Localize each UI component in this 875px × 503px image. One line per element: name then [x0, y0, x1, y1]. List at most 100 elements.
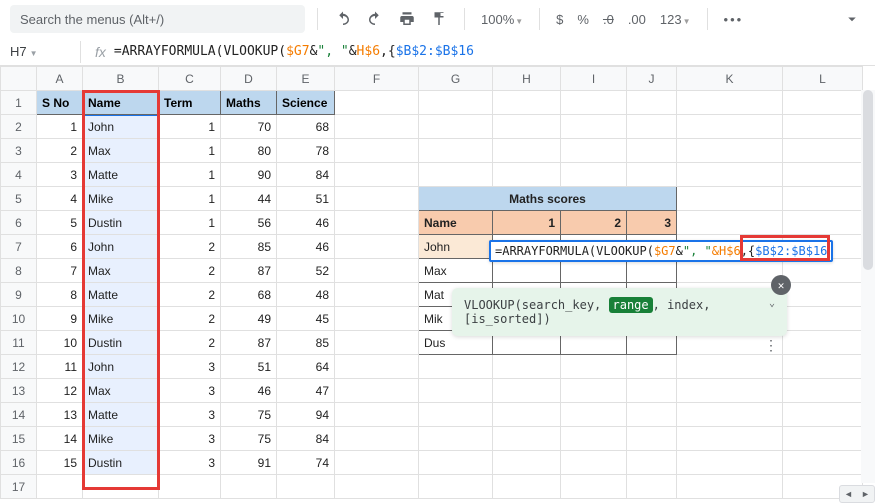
cell[interactable]: 80 — [221, 139, 277, 163]
row-header[interactable]: 11 — [1, 331, 37, 355]
chevron-down-icon[interactable]: ⌄ — [769, 298, 775, 309]
cell[interactable]: 15 — [37, 451, 83, 475]
cell[interactable]: 2 — [159, 259, 221, 283]
cell[interactable]: 3 — [627, 211, 677, 235]
tooltip-close-icon[interactable]: ✕ — [771, 275, 791, 295]
col-header[interactable]: B — [83, 67, 159, 91]
cell[interactable] — [335, 91, 419, 115]
cell[interactable]: 2 — [159, 283, 221, 307]
cell[interactable]: 10 — [37, 331, 83, 355]
col-header[interactable]: L — [783, 67, 863, 91]
cell[interactable]: Dustin — [83, 331, 159, 355]
row-header[interactable]: 12 — [1, 355, 37, 379]
cell[interactable]: 3 — [159, 379, 221, 403]
cell-formula-editor[interactable]: =ARRAYFORMULA(VLOOKUP($G7&", "&H$6,{$B$2… — [489, 240, 833, 262]
cell[interactable]: 2 — [561, 211, 627, 235]
row-header[interactable]: 14 — [1, 403, 37, 427]
cell[interactable]: John — [83, 355, 159, 379]
spreadsheet-grid[interactable]: A B C D E F G H I J K L 1 S No Name Term… — [0, 66, 875, 503]
cell[interactable]: Maths — [221, 91, 277, 115]
cell[interactable]: 84 — [277, 163, 335, 187]
cell[interactable]: 87 — [221, 259, 277, 283]
row-header[interactable]: 2 — [1, 115, 37, 139]
cell[interactable]: Term — [159, 91, 221, 115]
cell[interactable]: 48 — [277, 283, 335, 307]
row-header[interactable]: 9 — [1, 283, 37, 307]
zoom-dropdown[interactable]: 100%▼ — [477, 12, 527, 27]
sheet-nav[interactable]: ◄► — [839, 485, 875, 503]
cell[interactable]: Dustin — [83, 211, 159, 235]
cell[interactable]: 90 — [221, 163, 277, 187]
cell[interactable]: Name — [83, 91, 159, 115]
toolbar-more[interactable]: ••• — [720, 12, 748, 27]
cell[interactable]: 14 — [37, 427, 83, 451]
row-header[interactable]: 16 — [1, 451, 37, 475]
cell[interactable]: Matte — [83, 403, 159, 427]
decrease-decimal-button[interactable]: .0 — [599, 12, 618, 27]
col-header[interactable]: G — [419, 67, 493, 91]
cell[interactable] — [561, 91, 627, 115]
cell[interactable]: S No — [37, 91, 83, 115]
cell[interactable]: 3 — [159, 427, 221, 451]
cell[interactable]: Max — [83, 259, 159, 283]
cell[interactable]: 47 — [277, 379, 335, 403]
cell[interactable]: 1 — [159, 163, 221, 187]
cell[interactable]: Matte — [83, 283, 159, 307]
row-header[interactable]: 6 — [1, 211, 37, 235]
cell[interactable]: 85 — [221, 235, 277, 259]
cell[interactable]: 11 — [37, 355, 83, 379]
cell[interactable]: 87 — [221, 331, 277, 355]
cell[interactable]: 5 — [37, 211, 83, 235]
cell[interactable]: 46 — [277, 235, 335, 259]
cell[interactable]: Name — [419, 211, 493, 235]
formula-bar[interactable]: =ARRAYFORMULA(VLOOKUP($G7&", "&H$6,{$B$2… — [114, 44, 474, 59]
fx-icon[interactable]: fx — [95, 44, 106, 60]
cell[interactable]: 1 — [159, 211, 221, 235]
increase-decimal-button[interactable]: .00 — [624, 12, 650, 27]
tooltip-more-icon[interactable]: ⋮ — [764, 338, 779, 354]
row-header[interactable]: 1 — [1, 91, 37, 115]
col-header[interactable]: J — [627, 67, 677, 91]
nav-left-icon[interactable]: ◄ — [840, 486, 857, 502]
cell[interactable]: Matte — [83, 163, 159, 187]
cell[interactable]: 51 — [277, 187, 335, 211]
cell[interactable]: John — [83, 235, 159, 259]
cell[interactable]: 3 — [159, 451, 221, 475]
row-header[interactable]: 10 — [1, 307, 37, 331]
row-header[interactable]: 15 — [1, 427, 37, 451]
cell[interactable]: 4 — [37, 187, 83, 211]
cell[interactable]: 85 — [277, 331, 335, 355]
cell[interactable]: Mike — [83, 307, 159, 331]
cell[interactable]: 1 — [493, 211, 561, 235]
cell[interactable]: Dustin — [83, 451, 159, 475]
cell[interactable]: 84 — [277, 427, 335, 451]
row-header[interactable]: 7 — [1, 235, 37, 259]
row-header[interactable]: 13 — [1, 379, 37, 403]
row-header[interactable]: 17 — [1, 475, 37, 499]
col-header[interactable]: I — [561, 67, 627, 91]
cell[interactable]: Science — [277, 91, 335, 115]
cell[interactable]: Mike — [83, 427, 159, 451]
cell[interactable]: 1 — [159, 187, 221, 211]
cell[interactable]: 2 — [159, 235, 221, 259]
cell[interactable]: 6 — [37, 235, 83, 259]
redo-icon[interactable] — [362, 6, 388, 32]
nav-right-icon[interactable]: ► — [857, 486, 874, 502]
cell[interactable]: 75 — [221, 427, 277, 451]
cell[interactable]: 94 — [277, 403, 335, 427]
cell[interactable]: 2 — [37, 139, 83, 163]
cell[interactable]: 3 — [159, 355, 221, 379]
col-header[interactable]: F — [335, 67, 419, 91]
format-currency-button[interactable]: $ — [552, 12, 567, 27]
vertical-scrollbar[interactable] — [861, 90, 875, 483]
col-header[interactable]: D — [221, 67, 277, 91]
row-header[interactable]: 8 — [1, 259, 37, 283]
cell[interactable]: 52 — [277, 259, 335, 283]
cell[interactable] — [627, 91, 677, 115]
cell[interactable]: 8 — [37, 283, 83, 307]
cell[interactable]: 51 — [221, 355, 277, 379]
cell[interactable]: 3 — [159, 403, 221, 427]
cell[interactable]: 74 — [277, 451, 335, 475]
cell[interactable] — [419, 91, 493, 115]
cell[interactable]: 12 — [37, 379, 83, 403]
